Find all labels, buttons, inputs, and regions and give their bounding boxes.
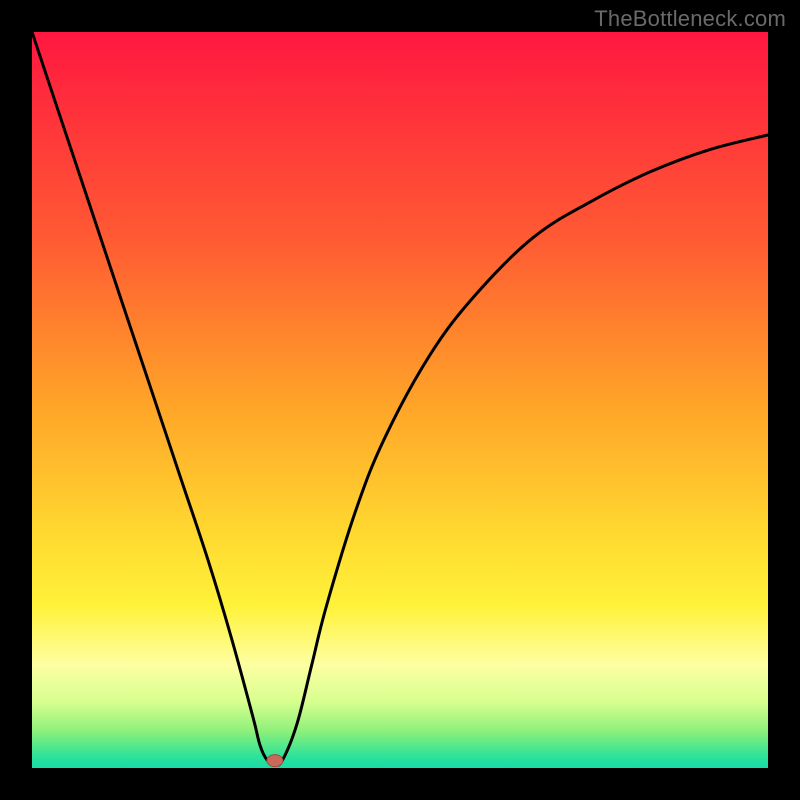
bottleneck-chart: [32, 32, 768, 768]
chart-frame: TheBottleneck.com: [0, 0, 800, 800]
plot-area: [32, 32, 768, 768]
optimal-point-marker: [267, 755, 283, 767]
gradient-background: [32, 32, 768, 768]
watermark-label: TheBottleneck.com: [594, 6, 786, 32]
